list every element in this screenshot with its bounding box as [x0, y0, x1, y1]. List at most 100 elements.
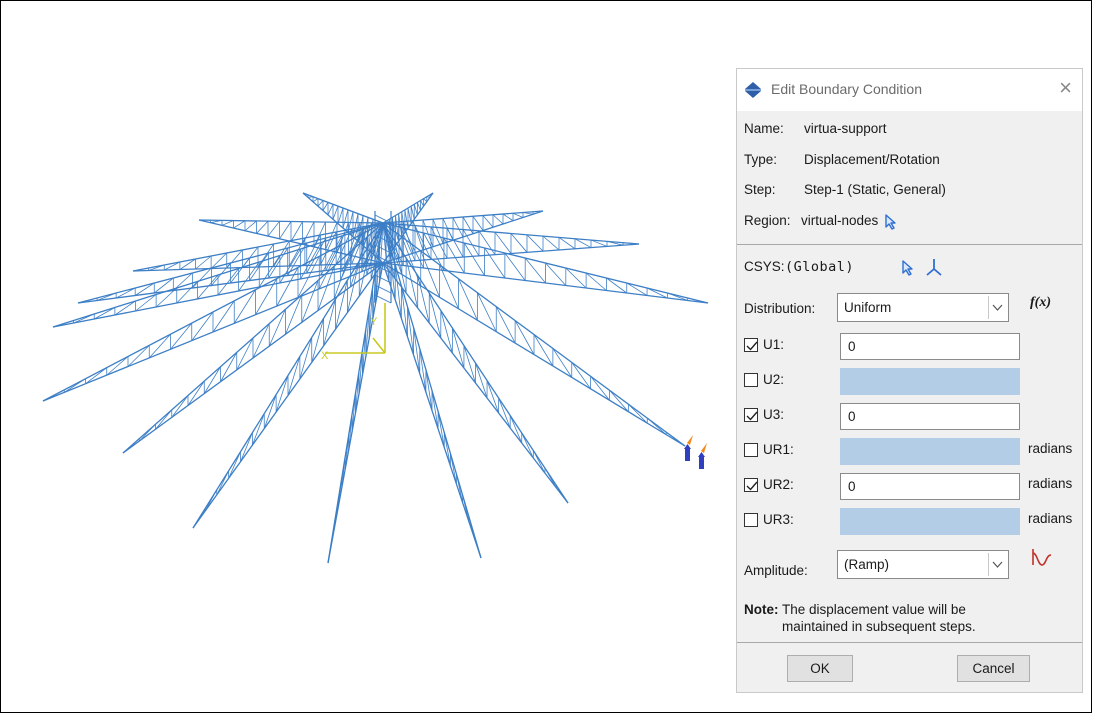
- truss-member: [374, 294, 392, 304]
- chevron-down-icon: [988, 553, 1006, 576]
- dof-checkbox[interactable]: [744, 373, 758, 387]
- edit-boundary-condition-dialog: Edit Boundary Condition × Name: virtua-s…: [736, 68, 1083, 693]
- truss-member: [423, 198, 428, 203]
- step-label: Step:: [744, 182, 776, 197]
- truss-member: [544, 467, 557, 489]
- dof-value-field[interactable]: [840, 508, 1020, 535]
- dof-value-field[interactable]: 0: [840, 403, 1020, 430]
- step-value: Step-1 (Static, General): [804, 182, 946, 197]
- truss-member: [451, 327, 465, 369]
- check-icon: [746, 341, 758, 351]
- application-frame: XY Edit Boundary Condition × Name: virtu…: [0, 0, 1092, 713]
- check-icon: [746, 481, 758, 491]
- step-row: Step: Step-1 (Static, General): [744, 182, 946, 197]
- truss-member: [526, 234, 544, 252]
- dof-label: UR1:: [763, 442, 794, 457]
- dof-checkbox[interactable]: [744, 478, 758, 492]
- dof-value-field[interactable]: [840, 368, 1020, 395]
- truss-member: [494, 231, 512, 254]
- dof-unit: radians: [1028, 476, 1073, 491]
- truss-member: [238, 261, 260, 292]
- truss-member: [220, 352, 238, 382]
- truss-member: [327, 541, 332, 564]
- name-value: virtua-support: [804, 121, 887, 136]
- boundary-condition-symbol: [684, 435, 693, 461]
- model-viewport[interactable]: XY: [3, 3, 733, 711]
- dof-checkbox[interactable]: [744, 513, 758, 527]
- truss-member: [486, 380, 500, 414]
- amplitude-create-icon[interactable]: [1030, 547, 1054, 569]
- region-select-arrow-icon[interactable]: [884, 214, 898, 230]
- truss-member: [312, 198, 319, 203]
- dof-row: U3: 0: [744, 403, 1079, 431]
- dialog-titlebar[interactable]: Edit Boundary Condition ×: [737, 69, 1082, 111]
- truss-member: [138, 423, 156, 442]
- dof-row: UR3: radians: [744, 508, 1079, 536]
- truss-member: [482, 215, 494, 228]
- region-value: virtual-nodes: [801, 213, 879, 228]
- fx-button[interactable]: f(x): [1030, 295, 1051, 311]
- note-line-1: The displacement value will be: [782, 602, 966, 617]
- dof-value-field[interactable]: 0: [840, 333, 1020, 360]
- truss-member: [127, 345, 150, 367]
- truss-member: [192, 508, 206, 529]
- truss-member: [323, 299, 336, 346]
- close-icon[interactable]: ×: [1059, 77, 1072, 99]
- distribution-label: Distribution:: [744, 301, 816, 316]
- dof-value-field[interactable]: [840, 438, 1020, 465]
- amplitude-select[interactable]: (Ramp): [837, 550, 1009, 579]
- cancel-button[interactable]: Cancel: [957, 655, 1030, 682]
- truss-member: [472, 216, 484, 231]
- dof-checkbox[interactable]: [744, 338, 758, 352]
- truss-member: [492, 214, 504, 225]
- csys-value: (Global): [785, 259, 855, 275]
- truss-member: [327, 204, 334, 216]
- type-value: Displacement/Rotation: [804, 152, 940, 167]
- dof-unit: radians: [1028, 441, 1073, 456]
- button-bar: OK Cancel: [737, 645, 1082, 692]
- csys-label: CSYS:: [744, 259, 785, 274]
- truss-member: [275, 375, 289, 413]
- dof-row: UR2: 0 radians: [744, 473, 1079, 501]
- name-label: Name:: [744, 121, 784, 136]
- distribution-select[interactable]: Uniform: [837, 293, 1009, 322]
- amplitude-value: (Ramp): [844, 557, 890, 572]
- truss-member: [322, 202, 329, 211]
- truss-member: [571, 362, 591, 390]
- type-row: Type: Displacement/Rotation: [744, 152, 940, 167]
- truss-member: [556, 485, 569, 504]
- note-line-2: maintained in subsequent steps.: [782, 619, 976, 634]
- truss-member: [665, 431, 686, 447]
- dof-value-field[interactable]: 0: [840, 473, 1020, 500]
- truss-member: [552, 348, 573, 378]
- dof-checkbox[interactable]: [744, 408, 758, 422]
- truss-member: [426, 196, 430, 198]
- truss-member: [372, 337, 386, 354]
- ok-button[interactable]: OK: [787, 655, 853, 682]
- truss-member: [474, 536, 482, 559]
- check-icon: [746, 411, 758, 421]
- type-label: Type:: [744, 152, 778, 167]
- dialog-title: Edit Boundary Condition: [771, 81, 922, 97]
- axis-x-label: X: [321, 350, 329, 362]
- truss-member: [244, 220, 257, 232]
- truss-member: [609, 389, 629, 412]
- dof-label: U1:: [763, 337, 785, 352]
- dof-row: U2:: [744, 368, 1079, 396]
- truss-member: [545, 262, 567, 286]
- distribution-value: Uniform: [844, 300, 892, 315]
- section-divider: [737, 244, 1082, 245]
- dof-row: UR1: radians: [744, 438, 1079, 466]
- truss-member: [440, 310, 453, 354]
- truss-member: [85, 367, 107, 385]
- csys-triad-icon[interactable]: [924, 257, 944, 277]
- truss-member: [307, 196, 314, 198]
- truss-member: [337, 207, 344, 224]
- truss-member: [425, 369, 433, 411]
- csys-row: CSYS: (Global): [744, 257, 1004, 277]
- truss-member: [419, 348, 427, 393]
- note-text: Note: The displacement value will be mai…: [744, 601, 976, 634]
- dof-checkbox[interactable]: [744, 443, 758, 457]
- csys-select-arrow-icon[interactable]: [901, 260, 915, 276]
- truss-member: [279, 221, 292, 240]
